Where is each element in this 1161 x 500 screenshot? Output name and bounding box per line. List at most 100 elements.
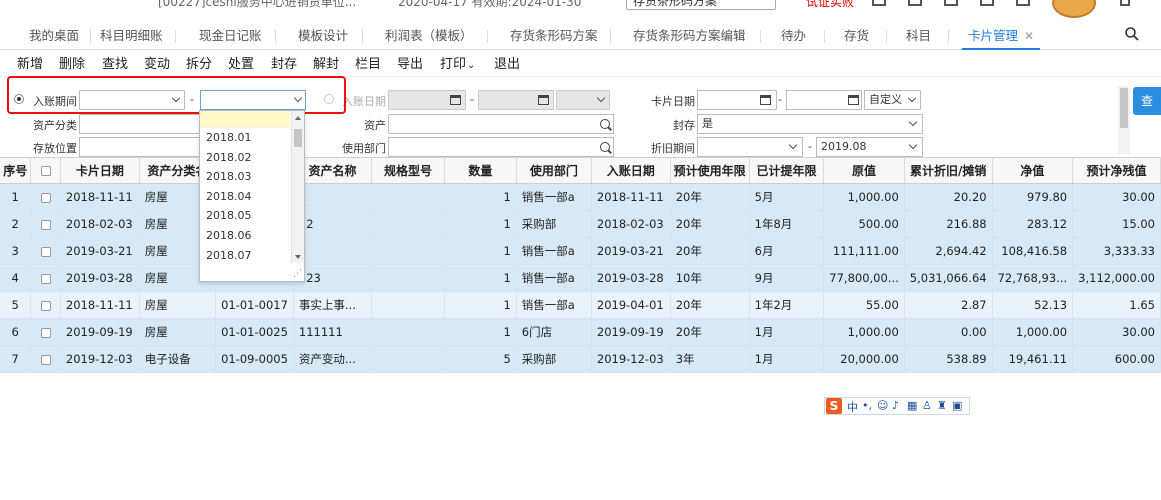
dropdown-option[interactable]: 2018.03: [200, 167, 290, 187]
column-header[interactable]: 卡片日期: [60, 157, 140, 184]
calendar-icon[interactable]: [848, 95, 859, 105]
punctuation-icon[interactable]: •,: [862, 399, 872, 412]
unseal-button[interactable]: 解封: [313, 53, 339, 72]
print-button[interactable]: 打印⌄: [440, 53, 475, 72]
column-header[interactable]: 预计净残值: [1072, 157, 1161, 184]
skin-icon[interactable]: ♜: [937, 399, 947, 412]
emoji-icon[interactable]: ☺: [877, 399, 888, 412]
tab-desktop[interactable]: 我的桌面: [29, 22, 79, 50]
scroll-down-icon[interactable]: [295, 255, 301, 259]
home-icon[interactable]: [872, 0, 886, 6]
scroll-up-icon[interactable]: [295, 116, 301, 120]
table-row[interactable]: 6 2019-09-19 房屋 01-01-0025 111111 1 6门店 2019-09…: [0, 318, 1161, 346]
column-header[interactable]: 数量: [444, 157, 517, 184]
column-header[interactable]: 入账日期: [591, 157, 671, 184]
tab-inventory[interactable]: 存货: [844, 22, 869, 50]
user-icon[interactable]: ♙: [922, 399, 932, 412]
find-button[interactable]: 查找: [102, 53, 128, 72]
table-row[interactable]: 32019-03-21房屋11销售一部a2019-03-2120年6月111,1…: [0, 237, 1161, 265]
query-button[interactable]: 查: [1133, 87, 1161, 115]
bell-icon[interactable]: [944, 0, 958, 6]
depr-period-from-select[interactable]: [697, 137, 803, 157]
search-icon[interactable]: [1124, 26, 1140, 42]
microphone-icon[interactable]: ♪: [892, 399, 899, 412]
entry-period-from-select[interactable]: [79, 90, 185, 110]
sealed-select[interactable]: 是: [697, 114, 923, 134]
tab-card-management[interactable]: 卡片管理 ✕: [961, 22, 1041, 50]
columns-button[interactable]: 栏目: [355, 53, 381, 72]
exit-button[interactable]: 退出: [494, 53, 520, 72]
resize-grip-icon[interactable]: ⋰: [293, 269, 302, 279]
column-header[interactable]: 原值: [823, 157, 905, 184]
phone-icon[interactable]: [1016, 0, 1030, 6]
delete-button[interactable]: 删除: [59, 53, 85, 72]
column-header[interactable]: 资产名称: [293, 157, 373, 184]
table-row[interactable]: 12018-11-11房屋11销售一部a2018-11-1120年5月1,000…: [0, 183, 1161, 211]
dropdown-option[interactable]: 2018.01: [200, 128, 290, 148]
dept-input[interactable]: [388, 137, 614, 157]
ime-toolbar[interactable]: S 中 •, ☺ ♪ ▦ ♙ ♜ ▣: [824, 397, 970, 415]
menu-grid-icon[interactable]: ▣: [952, 399, 962, 412]
tab-barcode-scheme-edit[interactable]: 存货条形码方案编辑: [633, 22, 746, 50]
period-dropdown-list[interactable]: 2018.01 2018.02 2018.03 2018.04 2018.05 …: [199, 110, 305, 282]
checkbox[interactable]: [40, 219, 51, 230]
column-header[interactable]: 规格型号: [371, 157, 445, 184]
tab-todo[interactable]: 待办: [781, 22, 806, 50]
row-checkbox-cell[interactable]: [30, 237, 61, 265]
ime-logo-icon[interactable]: S: [826, 398, 842, 414]
entry-period-radio[interactable]: [14, 94, 24, 104]
column-header[interactable]: 预计使用年限: [670, 157, 750, 184]
dropdown-option[interactable]: 2018.02: [200, 148, 290, 168]
scrollbar-thumb[interactable]: [1120, 88, 1128, 128]
table-row[interactable]: 2 2018-02-03 房屋 22 1 采购部 2018-02-03 20年 1年8月 500.…: [0, 210, 1161, 238]
close-icon[interactable]: ✕: [1024, 29, 1034, 43]
table-row[interactable]: 4 2019-03-28 房屋 123 1 销售一部a 2019-03-28 10年 9月 77,…: [0, 264, 1161, 292]
column-header[interactable]: 累计折旧/摊销: [904, 157, 993, 184]
column-header[interactable]: 序号: [0, 157, 32, 184]
row-checkbox-cell[interactable]: [30, 345, 61, 373]
checkbox[interactable]: [40, 166, 51, 176]
table-row[interactable]: 7 2019-12-03 电子设备 01-09-0005 资产变动... 5 采购部 2019…: [0, 345, 1161, 373]
select-all-checkbox[interactable]: [30, 157, 61, 184]
checkbox[interactable]: [40, 246, 51, 257]
filter-scrollbar[interactable]: [1118, 86, 1130, 154]
tab-template-design[interactable]: 模板设计: [298, 22, 348, 50]
export-button[interactable]: 导出: [397, 53, 423, 72]
avatar[interactable]: [1052, 0, 1096, 18]
seal-button[interactable]: 封存: [271, 53, 297, 72]
dropdown-option[interactable]: 2018.06: [200, 226, 290, 246]
column-header[interactable]: 使用部门: [516, 157, 592, 184]
settings-icon[interactable]: [1120, 0, 1130, 6]
checkbox[interactable]: [40, 300, 51, 311]
tab-ledger-detail[interactable]: 科目明细账: [100, 22, 163, 50]
row-checkbox-cell[interactable]: [30, 318, 61, 346]
message-icon[interactable]: [980, 0, 994, 6]
tab-cash-journal[interactable]: 现金日记账: [199, 22, 262, 50]
dropdown-option[interactable]: 2018.05: [200, 206, 290, 226]
dropdown-highlight-row[interactable]: [200, 111, 290, 128]
dropdown-scrollbar[interactable]: [291, 111, 304, 263]
notice-icon[interactable]: [908, 0, 922, 6]
tab-barcode-scheme[interactable]: 存货条形码方案: [510, 22, 598, 50]
row-checkbox-cell[interactable]: [30, 291, 61, 319]
ime-mode[interactable]: 中: [847, 399, 858, 415]
row-checkbox-cell[interactable]: [30, 183, 61, 211]
entry-date-radio[interactable]: [324, 94, 334, 104]
search-icon[interactable]: [600, 142, 610, 152]
tab-accounts[interactable]: 科目: [906, 22, 931, 50]
keyboard-icon[interactable]: ▦: [907, 399, 917, 412]
depr-period-to-select[interactable]: 2019.08: [816, 137, 923, 157]
change-button[interactable]: 变动: [144, 53, 170, 72]
row-checkbox-cell[interactable]: [30, 264, 61, 292]
location-input[interactable]: [79, 137, 201, 157]
global-search-input[interactable]: 存货条形码方案: [626, 0, 776, 10]
row-checkbox-cell[interactable]: [30, 210, 61, 238]
column-header[interactable]: 净值: [992, 157, 1074, 184]
entry-period-to-select[interactable]: [200, 90, 306, 110]
new-button[interactable]: 新增: [17, 53, 43, 72]
checkbox[interactable]: [40, 327, 51, 338]
asset-class-input[interactable]: [79, 114, 201, 134]
dropdown-option[interactable]: 2018.04: [200, 187, 290, 207]
search-icon[interactable]: [600, 119, 610, 129]
tab-income-statement[interactable]: 利润表（模板）: [385, 22, 473, 50]
